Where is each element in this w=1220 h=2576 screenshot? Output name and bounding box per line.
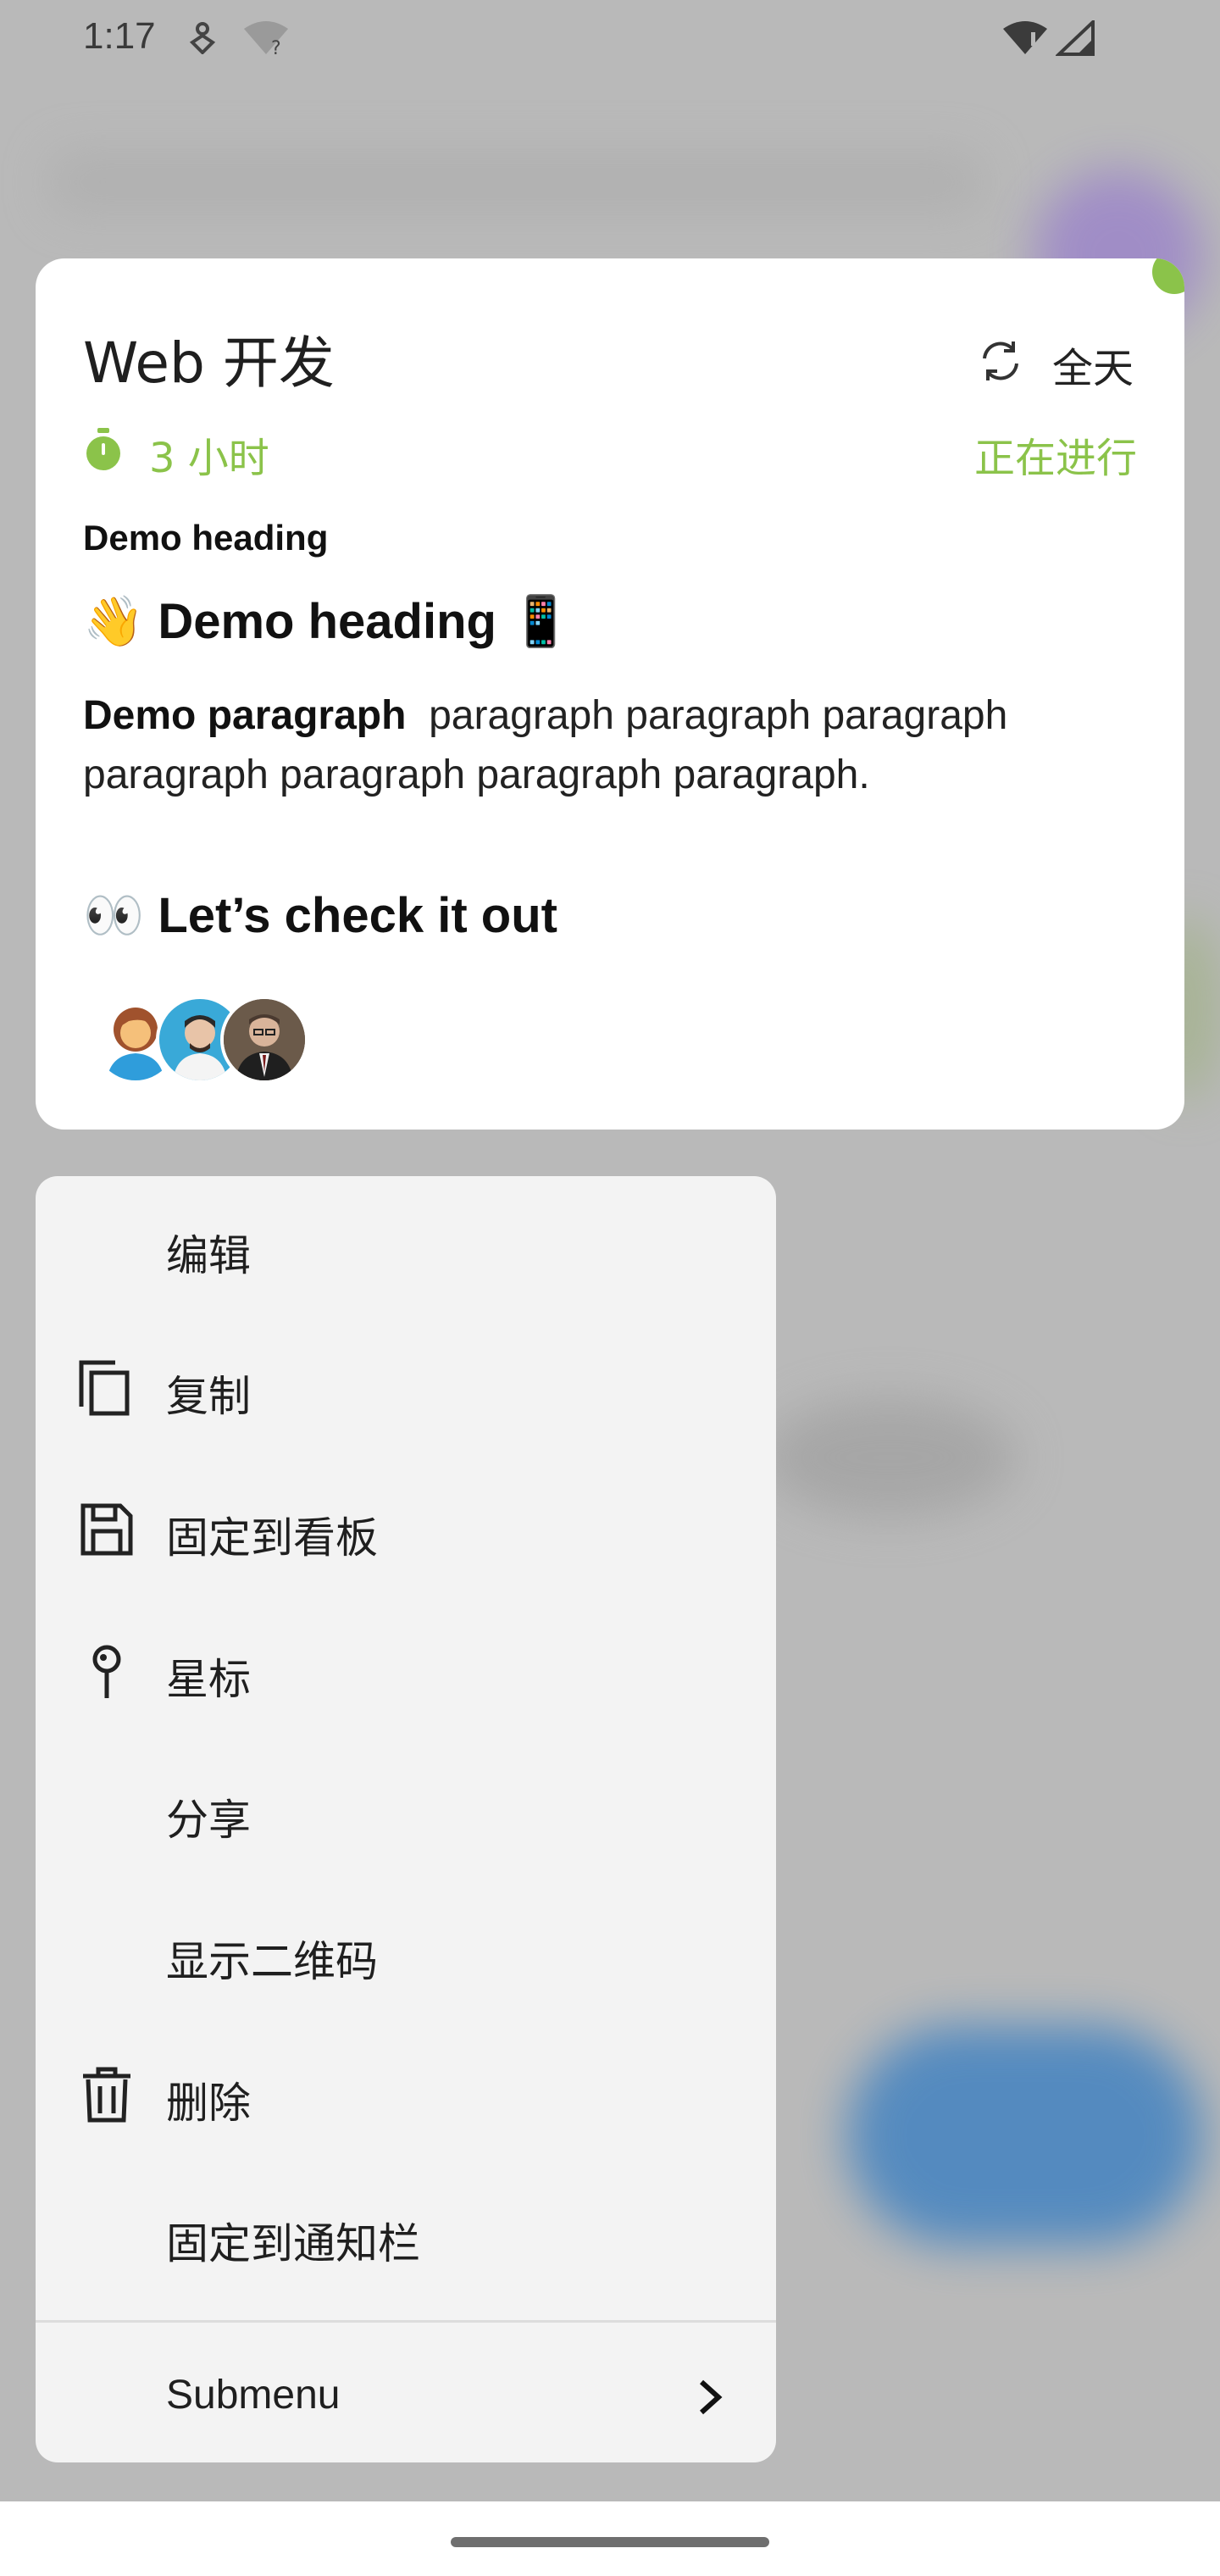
cell-signal-icon bbox=[1056, 20, 1095, 56]
status-label: 正在进行 bbox=[973, 435, 1137, 482]
menu-item-pin-to-board[interactable]: 固定到看板 bbox=[36, 1479, 776, 1580]
menu-item-copy[interactable]: 复制 bbox=[36, 1337, 776, 1439]
menu-item-pin-to-notification[interactable]: 固定到通知栏 bbox=[36, 2185, 776, 2286]
menu-item-label: 星标 bbox=[166, 1655, 251, 1704]
check-heading: 👀 Let’s check it out bbox=[83, 888, 557, 943]
status-dot bbox=[1152, 258, 1184, 294]
copy-icon bbox=[79, 1360, 130, 1416]
menu-item-label: 分享 bbox=[166, 1796, 251, 1845]
trash-icon bbox=[83, 2067, 130, 2123]
menu-item-label: 固定到看板 bbox=[166, 1513, 378, 1563]
status-time: 1:17 bbox=[83, 15, 156, 57]
menu-item-label: 固定到通知栏 bbox=[166, 2219, 420, 2268]
menu-item-submenu[interactable]: Submenu bbox=[36, 2346, 776, 2448]
menu-item-delete[interactable]: 删除 bbox=[36, 2044, 776, 2146]
context-menu: 编辑 复制 固定到看板 星标 分享 显示二维码 删除 固定到通知栏 Submen… bbox=[36, 1176, 776, 2462]
menu-item-label: 编辑 bbox=[166, 1231, 251, 1280]
menu-item-star[interactable]: 星标 bbox=[36, 1620, 776, 1722]
home-gesture-handle[interactable] bbox=[451, 2537, 769, 2547]
demo-heading-large: 👋 Demo heading 📱 bbox=[83, 594, 572, 649]
wifi-alert-icon bbox=[1003, 21, 1047, 54]
repeat-icon bbox=[983, 341, 1018, 380]
menu-item-show-qr[interactable]: 显示二维码 bbox=[36, 1902, 776, 2004]
menu-item-edit[interactable]: 编辑 bbox=[36, 1196, 776, 1298]
menu-item-label: 删除 bbox=[166, 2079, 251, 2128]
svg-text:?: ? bbox=[271, 38, 281, 56]
save-icon bbox=[80, 1503, 133, 1556]
menu-item-label: 复制 bbox=[166, 1372, 251, 1421]
chevron-right-icon bbox=[699, 2379, 723, 2415]
paragraph-bold: Demo paragraph bbox=[83, 693, 407, 738]
wifi-unknown-icon: ? bbox=[244, 21, 288, 56]
menu-divider bbox=[36, 2320, 776, 2323]
duration: 3 小时 bbox=[149, 435, 269, 482]
event-title: Web 开发 bbox=[83, 330, 335, 396]
menu-item-share[interactable]: 分享 bbox=[36, 1761, 776, 1863]
demo-heading-small: Demo heading bbox=[83, 518, 329, 558]
submenu-label: Submenu bbox=[166, 2373, 341, 2418]
timer-icon bbox=[86, 428, 120, 470]
all-day-label: 全天 bbox=[1052, 345, 1134, 392]
menu-item-label: 显示二维码 bbox=[166, 1937, 378, 1986]
demo-paragraph: Demo paragraph paragraph paragraph parag… bbox=[83, 686, 1100, 805]
pin-icon bbox=[92, 1645, 121, 1698]
navigation-bar bbox=[0, 2501, 1220, 2576]
data-saver-icon bbox=[189, 22, 216, 54]
event-card[interactable]: Web 开发 全天 3 小时 正在进行 Demo heading 👋 Demo … bbox=[36, 258, 1184, 1130]
status-bar: 1:17 ? bbox=[0, 0, 1220, 76]
senior-man-avatar bbox=[220, 996, 308, 1084]
